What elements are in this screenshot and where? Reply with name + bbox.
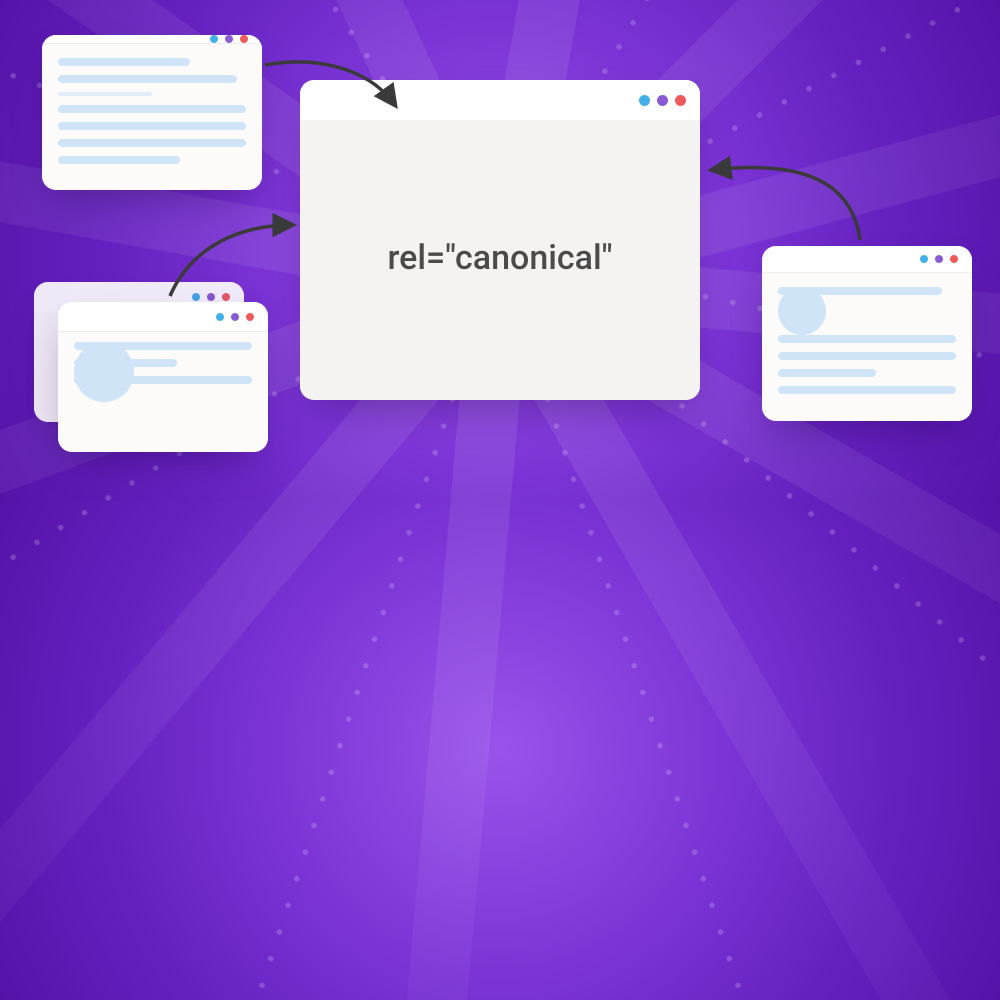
arrow-right-to-center <box>712 168 860 240</box>
window-titlebar <box>58 302 268 332</box>
avatar-placeholder-icon <box>74 342 134 402</box>
traffic-light-icon <box>210 35 218 43</box>
duplicate-page-bottom-left <box>58 302 268 452</box>
traffic-light-icon <box>935 255 943 263</box>
traffic-light-icon <box>920 255 928 263</box>
traffic-light-icon <box>246 313 254 321</box>
duplicate-page-right <box>762 246 972 421</box>
window-titlebar <box>300 80 700 120</box>
page-content-placeholder <box>42 44 262 190</box>
canonical-page: rel="canonical" <box>300 80 700 400</box>
traffic-light-icon <box>657 95 668 106</box>
traffic-light-icon <box>231 313 239 321</box>
traffic-light-icon <box>240 35 248 43</box>
page-content-placeholder <box>58 332 268 452</box>
window-titlebar <box>42 35 262 44</box>
duplicate-page-top-left <box>42 35 262 190</box>
traffic-light-icon <box>225 35 233 43</box>
canonical-label: rel="canonical" <box>300 120 700 400</box>
traffic-light-icon <box>950 255 958 263</box>
traffic-light-icon <box>216 313 224 321</box>
traffic-light-icon <box>192 293 200 301</box>
avatar-placeholder-icon <box>778 287 826 335</box>
traffic-light-icon <box>675 95 686 106</box>
traffic-light-icon <box>222 293 230 301</box>
traffic-light-icon <box>207 293 215 301</box>
traffic-light-icon <box>639 95 650 106</box>
window-titlebar <box>762 246 972 273</box>
page-content-placeholder <box>762 273 972 421</box>
